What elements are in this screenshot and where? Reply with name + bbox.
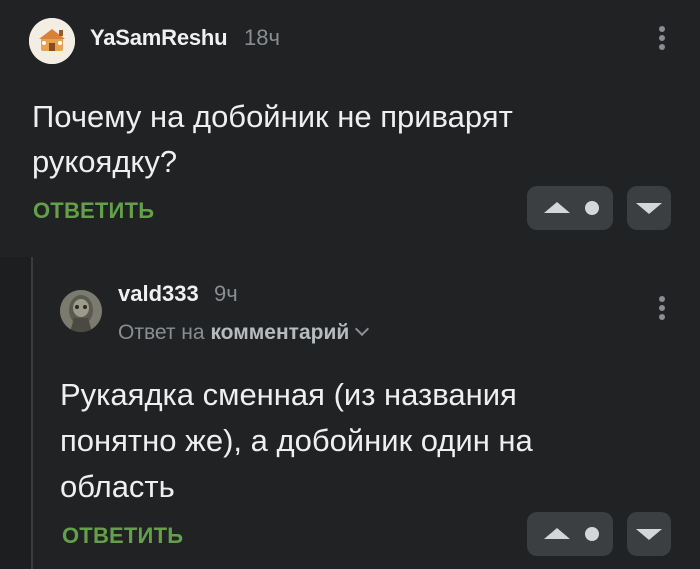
reply-to-prefix: Ответ на (118, 321, 205, 344)
upvote-button[interactable] (527, 186, 613, 230)
reply-button[interactable]: ОТВЕТИТЬ (62, 523, 183, 549)
chevron-down-icon (355, 321, 370, 337)
author-name[interactable]: YaSamReshu (90, 25, 228, 51)
downvote-button[interactable] (627, 186, 671, 230)
comment-time: 9ч (214, 281, 238, 306)
avatar[interactable] (60, 290, 102, 332)
comment-text: Рукаядка сменная (из названия понятно же… (60, 377, 533, 504)
downvote-button[interactable] (627, 512, 671, 556)
more-options-icon[interactable] (658, 26, 666, 56)
comment-text: Почему на добойник не приварят рукоядку? (32, 99, 513, 179)
upvote-arrow-icon (544, 202, 570, 213)
upvote-arrow-icon (544, 528, 570, 539)
creature-photo-avatar-icon (60, 290, 102, 332)
avatar[interactable] (29, 18, 75, 64)
more-options-icon[interactable] (658, 296, 666, 326)
reply-button[interactable]: ОТВЕТИТЬ (33, 198, 154, 224)
rating-dot-icon (585, 201, 599, 215)
comment-time: 18ч (244, 25, 280, 50)
author-name[interactable]: vald333 (118, 281, 199, 307)
thread-branch-line[interactable] (0, 257, 33, 569)
reply-to-link[interactable]: Ответ на комментарий (118, 321, 370, 345)
reply-to-target: комментарий (210, 321, 350, 344)
comment-1: YaSamReshu 18ч Почему на добойник не при… (0, 0, 700, 255)
downvote-arrow-icon (636, 529, 662, 540)
downvote-arrow-icon (636, 203, 662, 214)
house-cartoon-avatar-icon (29, 18, 75, 64)
upvote-button[interactable] (527, 512, 613, 556)
rating-dot-icon (585, 527, 599, 541)
